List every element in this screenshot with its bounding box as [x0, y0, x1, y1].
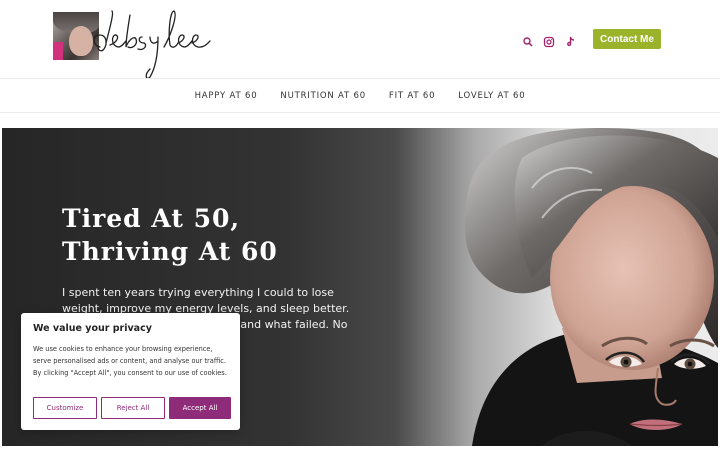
contact-me-button[interactable]: Contact Me [593, 29, 661, 49]
logo-script [93, 10, 211, 79]
nav-item-lovely[interactable]: LOVELY AT 60 [458, 91, 525, 101]
reject-all-button[interactable]: Reject All [101, 397, 165, 419]
hero-title-line1: Tired At 50, [62, 204, 241, 233]
nav-item-fit[interactable]: FIT AT 60 [389, 91, 435, 101]
social-icons [522, 31, 576, 48]
cookie-title: We value your privacy [33, 323, 152, 334]
instagram-icon[interactable] [543, 33, 555, 48]
cookie-consent-dialog: We value your privacy We use cookies to … [21, 313, 240, 430]
site-logo[interactable] [52, 3, 227, 79]
site-header: Contact Me [0, 0, 720, 79]
cookie-buttons: Customize Reject All Accept All [33, 397, 231, 419]
customize-button[interactable]: Customize [33, 397, 97, 419]
nav-item-happy[interactable]: HAPPY AT 60 [195, 91, 258, 101]
cookie-text: We use cookies to enhance your browsing … [33, 345, 227, 377]
nav-item-nutrition[interactable]: NUTRITION AT 60 [280, 91, 366, 101]
hero-title-line2: Thriving At 60 [62, 237, 278, 266]
search-icon[interactable] [522, 33, 534, 47]
tiktok-icon[interactable] [564, 33, 576, 46]
main-nav: HAPPY AT 60 NUTRITION AT 60 FIT AT 60 LO… [0, 78, 720, 113]
hero-title: Tired At 50, Thriving At 60 [62, 202, 362, 268]
accept-all-button[interactable]: Accept All [169, 397, 231, 419]
